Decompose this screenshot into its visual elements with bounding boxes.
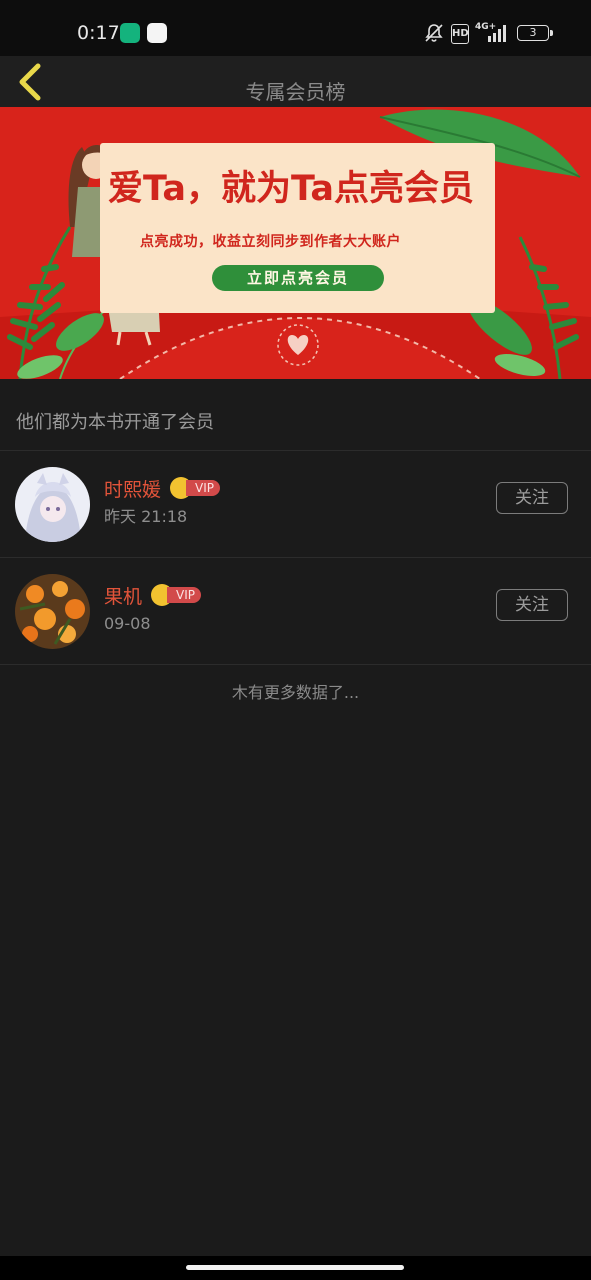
banner-subtitle: 点亮成功，收益立刻同步到作者大大账户 xyxy=(140,234,401,250)
system-nav-bar xyxy=(0,1256,591,1280)
light-up-vip-button[interactable]: 立即点亮会员 xyxy=(212,265,384,291)
banner-title: 爱Ta，就为Ta点亮会员 xyxy=(108,169,474,209)
status-time: 0:17 xyxy=(77,22,120,44)
follow-button[interactable]: 关注 xyxy=(496,589,568,621)
avatar-image xyxy=(15,574,90,649)
section-label: 他们都为本书开通了会员 xyxy=(16,412,214,433)
play-store-icon xyxy=(147,23,167,43)
follow-button[interactable]: 关注 xyxy=(496,482,568,514)
avatar[interactable] xyxy=(15,574,90,649)
divider xyxy=(0,664,591,665)
promo-banner[interactable]: 爱Ta，就为Ta点亮会员 点亮成功，收益立刻同步到作者大大账户 立即点亮会员 xyxy=(0,107,591,379)
home-indicator[interactable] xyxy=(186,1265,404,1270)
member-row[interactable]: 时熙媛 VIP 昨天 21:18 关注 xyxy=(0,451,591,557)
status-bar: 0:17 HD 4G+ 3 xyxy=(0,0,591,56)
no-more-data-note: 木有更多数据了... xyxy=(231,683,360,702)
mute-bell-icon xyxy=(425,24,443,42)
vip-label: VIP xyxy=(167,587,201,603)
member-time: 昨天 21:18 xyxy=(104,507,188,526)
vip-label: VIP xyxy=(186,480,220,496)
avatar-image xyxy=(15,467,90,542)
avatar[interactable] xyxy=(15,467,90,542)
top-header: 专属会员榜 xyxy=(0,56,591,108)
signal-icon xyxy=(488,25,506,42)
member-name[interactable]: 时熙媛 xyxy=(104,477,161,503)
page-title: 专属会员榜 xyxy=(245,80,346,104)
member-name[interactable]: 果机 xyxy=(104,584,142,610)
member-row[interactable]: 果机 VIP 09-08 关注 xyxy=(0,558,591,664)
security-app-icon xyxy=(120,23,140,43)
battery-indicator: 3 xyxy=(517,25,553,41)
member-time: 09-08 xyxy=(104,614,151,633)
hd-badge: HD xyxy=(451,24,469,44)
